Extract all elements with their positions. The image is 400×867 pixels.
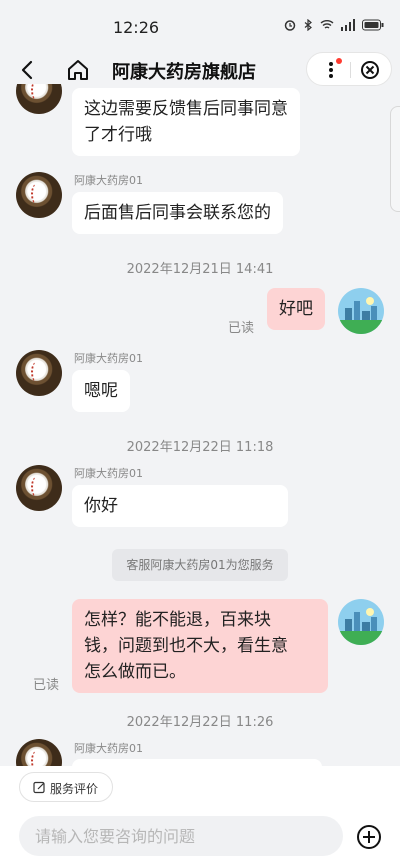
my-message-bubble[interactable]: 怎样？能不能退，百来块 钱，问题到也不大，看生意 怎么做而已。 [72,599,328,693]
read-status: 已读 [228,321,255,336]
message-bubble[interactable]: 嗯呢 [72,370,130,412]
message-text: 后面售后同事会联系您的 [84,203,271,223]
sender-name: 阿康大药房01 [74,174,143,187]
agent-avatar[interactable] [16,84,62,114]
message-text: 怎样？能不能退，百来块 [84,610,271,630]
avatar-building [354,301,360,321]
status-bar: 12:26 [0,0,400,44]
mini-program-capsule [306,52,392,86]
service-rating-button[interactable]: 服务评价 [19,772,113,802]
edit-icon [33,781,45,794]
user-avatar[interactable] [338,599,384,645]
avatar-building [371,306,377,321]
user-avatar[interactable] [338,288,384,334]
page-title: 阿康大药房旗舰店 [112,62,256,83]
message-text: 了才行哦 [84,125,152,145]
message-bubble[interactable]: 这边需要反馈售后同事同意 了才行哦 [72,88,300,156]
back-icon[interactable] [14,56,42,84]
status-icons [284,19,384,31]
system-message: 客服阿康大药房01为您服务 [112,549,288,581]
message-bubble[interactable]: 你好 [72,485,288,527]
close-circle-icon[interactable] [358,59,382,81]
wifi-icon [320,20,334,29]
status-time: 12:26 [112,18,160,37]
message-text: 这边需要反馈售后同事同意 [84,99,288,119]
bluetooth-icon [304,19,312,31]
sender-name: 阿康大药房01 [74,352,143,365]
signal-icon [341,19,355,31]
timestamp: 2022年12月22日 11:26 [126,715,274,730]
capsule-divider [350,62,351,78]
bottom-input-bar: 服务评价 [0,766,400,867]
sender-name: 阿康大药房01 [74,742,143,755]
avatar-sun [366,297,374,305]
message-text: 嗯呢 [84,381,118,401]
notification-dot [336,58,342,64]
message-text: 你好 [84,496,118,516]
avatar-building [354,612,360,632]
avatar-building [371,617,377,632]
chat-message-list[interactable]: 这边需要反馈售后同事同意 了才行哦 阿康大药房01 后面售后同事会联系您的 20… [0,84,400,766]
my-message-bubble[interactable]: 好吧 [267,288,325,330]
agent-avatar[interactable] [16,739,62,766]
read-status: 已读 [33,678,60,693]
service-rating-label: 服务评价 [50,782,99,796]
side-drawer-tab[interactable] [390,106,400,212]
message-bubble[interactable]: 后面售后同事会联系您的 [72,192,283,234]
alarm-icon [284,20,296,31]
agent-avatar[interactable] [16,350,62,396]
timestamp: 2022年12月22日 11:18 [126,440,274,455]
sender-name: 阿康大药房01 [74,467,143,480]
agent-avatar[interactable] [16,172,62,218]
message-input[interactable] [19,816,343,856]
avatar-sun [366,608,374,616]
message-text: 好吧 [279,299,313,319]
plus-circle-icon[interactable] [356,824,382,850]
battery-icon [362,19,384,31]
message-text: 钱，问题到也不大，看生意 [84,636,288,656]
avatar-grass [338,320,384,334]
timestamp: 2022年12月21日 14:41 [126,262,274,277]
agent-avatar[interactable] [16,465,62,511]
message-bubble[interactable] [72,759,322,766]
home-icon[interactable] [64,56,92,84]
avatar-grass [338,631,384,645]
message-text: 怎么做而已。 [84,662,186,682]
